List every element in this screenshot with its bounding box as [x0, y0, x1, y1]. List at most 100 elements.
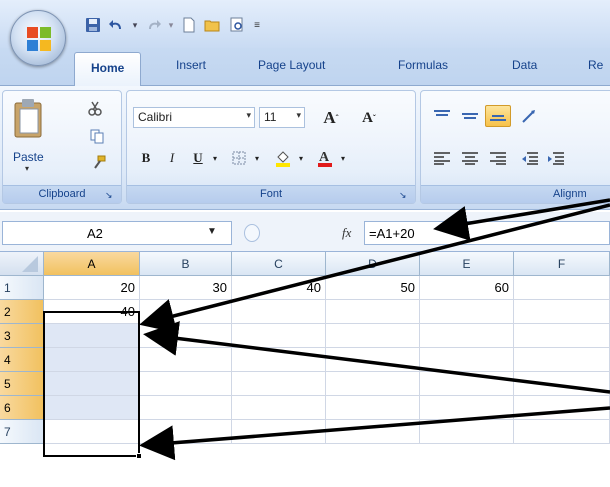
cell-a3[interactable] [44, 324, 140, 348]
cell-a6[interactable] [44, 396, 140, 420]
cell-f4[interactable] [514, 348, 610, 372]
insert-function-handle-icon[interactable] [244, 224, 260, 242]
cell-e6[interactable] [420, 396, 514, 420]
undo-dropdown-icon[interactable]: ▾ [130, 14, 140, 36]
column-header-c[interactable]: C [232, 252, 326, 276]
column-header-d[interactable]: D [326, 252, 420, 276]
font-name-combo[interactable]: Calibri ▾ [133, 107, 255, 128]
cell-f5[interactable] [514, 372, 610, 396]
cell-d1[interactable]: 50 [326, 276, 420, 300]
cell-b3[interactable] [140, 324, 232, 348]
increase-indent-icon[interactable] [543, 147, 569, 169]
cell-c2[interactable] [232, 300, 326, 324]
align-top-icon[interactable] [429, 105, 455, 127]
cell-e1[interactable]: 60 [420, 276, 514, 300]
cell-f3[interactable] [514, 324, 610, 348]
row-header-7[interactable]: 7 [0, 420, 44, 444]
cell-b2[interactable] [140, 300, 232, 324]
cell-e3[interactable] [420, 324, 514, 348]
cell-c6[interactable] [232, 396, 326, 420]
cell-d5[interactable] [326, 372, 420, 396]
cell-a1[interactable]: 20 [44, 276, 140, 300]
bold-button[interactable]: B [135, 147, 157, 169]
borders-icon[interactable] [225, 147, 253, 169]
fill-color-icon[interactable] [269, 147, 297, 169]
shrink-font-button[interactable]: Aˇ [353, 107, 385, 129]
align-left-icon[interactable] [429, 147, 455, 169]
underline-button[interactable]: U [187, 147, 209, 169]
cell-d7[interactable] [326, 420, 420, 444]
italic-button[interactable]: I [161, 147, 183, 169]
copy-icon[interactable] [85, 125, 109, 147]
column-header-b[interactable]: B [140, 252, 232, 276]
office-button[interactable] [10, 10, 66, 66]
row-header-5[interactable]: 5 [0, 372, 44, 396]
cell-f1[interactable] [514, 276, 610, 300]
cell-f6[interactable] [514, 396, 610, 420]
align-bottom-icon[interactable] [485, 105, 511, 127]
redo-dropdown-icon[interactable]: ▾ [166, 14, 176, 36]
cell-b1[interactable]: 30 [140, 276, 232, 300]
clipboard-launcher-icon[interactable]: ↘ [105, 190, 115, 200]
cell-b4[interactable] [140, 348, 232, 372]
undo-icon[interactable] [106, 14, 128, 36]
cell-d4[interactable] [326, 348, 420, 372]
row-header-2[interactable]: 2 [0, 300, 44, 324]
font-color-icon[interactable]: A [311, 147, 339, 169]
print-preview-icon[interactable] [226, 14, 248, 36]
tab-review[interactable]: Re [588, 58, 603, 72]
cell-c1[interactable]: 40 [232, 276, 326, 300]
cell-e2[interactable] [420, 300, 514, 324]
name-box[interactable]: A2 ▼ [2, 221, 232, 245]
decrease-indent-icon[interactable] [517, 147, 543, 169]
tab-page-layout[interactable]: Page Layout [258, 58, 325, 72]
cell-a4[interactable] [44, 348, 140, 372]
font-color-dropdown-icon[interactable]: ▾ [337, 147, 349, 169]
fx-button[interactable]: fx [342, 225, 351, 241]
cell-c7[interactable] [232, 420, 326, 444]
align-center-icon[interactable] [457, 147, 483, 169]
grow-font-button[interactable]: Aˆ [315, 107, 347, 129]
cell-c4[interactable] [232, 348, 326, 372]
row-header-3[interactable]: 3 [0, 324, 44, 348]
open-folder-icon[interactable] [202, 14, 224, 36]
tab-formulas[interactable]: Formulas [398, 58, 448, 72]
cell-b7[interactable] [140, 420, 232, 444]
tab-insert[interactable]: Insert [176, 58, 206, 72]
new-document-icon[interactable] [178, 14, 200, 36]
underline-dropdown-icon[interactable]: ▾ [209, 147, 221, 169]
fill-color-dropdown-icon[interactable]: ▾ [295, 147, 307, 169]
cell-f2[interactable] [514, 300, 610, 324]
cell-a5[interactable] [44, 372, 140, 396]
redo-icon[interactable] [142, 14, 164, 36]
orientation-icon[interactable] [517, 105, 545, 127]
align-right-icon[interactable] [485, 147, 511, 169]
cell-f7[interactable] [514, 420, 610, 444]
column-header-f[interactable]: F [514, 252, 610, 276]
tab-home[interactable]: Home [74, 52, 142, 87]
fill-handle[interactable] [136, 453, 142, 459]
select-all-corner[interactable] [0, 252, 44, 276]
save-icon[interactable] [82, 14, 104, 36]
cell-b5[interactable] [140, 372, 232, 396]
row-header-6[interactable]: 6 [0, 396, 44, 420]
cell-b6[interactable] [140, 396, 232, 420]
cell-d2[interactable] [326, 300, 420, 324]
format-painter-icon[interactable] [87, 151, 111, 173]
cell-c5[interactable] [232, 372, 326, 396]
font-size-combo[interactable]: 11 ▾ [259, 107, 305, 128]
font-launcher-icon[interactable]: ↘ [399, 190, 409, 200]
customize-toolbar-icon[interactable]: ≡ [250, 14, 264, 36]
column-header-e[interactable]: E [420, 252, 514, 276]
cell-e7[interactable] [420, 420, 514, 444]
cell-d6[interactable] [326, 396, 420, 420]
cell-e4[interactable] [420, 348, 514, 372]
column-header-a[interactable]: A [44, 252, 140, 276]
tab-data[interactable]: Data [512, 58, 537, 72]
cell-e5[interactable] [420, 372, 514, 396]
paste-dropdown-icon[interactable]: ▾ [11, 164, 51, 173]
row-header-1[interactable]: 1 [0, 276, 44, 300]
cell-d3[interactable] [326, 324, 420, 348]
align-middle-icon[interactable] [457, 105, 483, 127]
cut-icon[interactable] [83, 97, 107, 119]
